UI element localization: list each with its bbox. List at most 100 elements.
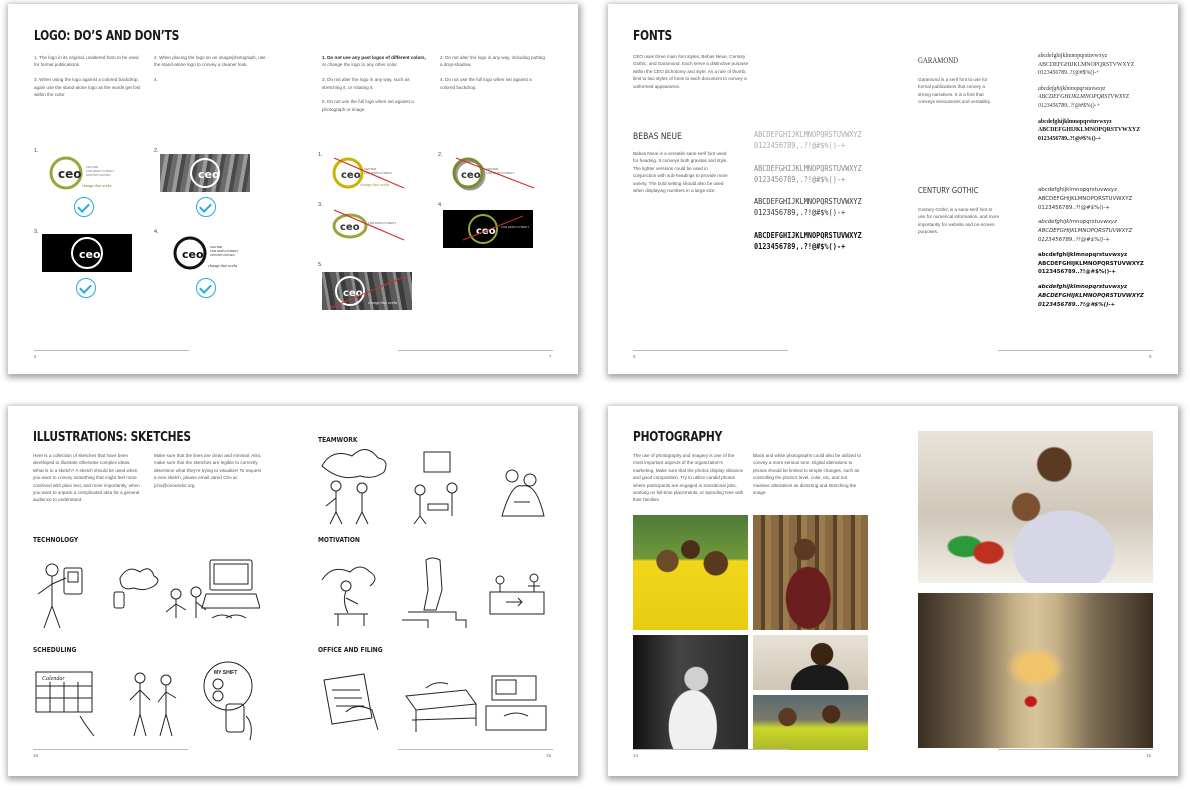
example-label: 4. bbox=[438, 202, 443, 208]
svg-text:OPPORTUNITIES: OPPORTUNITIES bbox=[210, 253, 234, 257]
footer-rule bbox=[633, 350, 788, 351]
font-title-garamond: GARAMOND bbox=[918, 56, 959, 65]
garamond-samples: abcdefghijklmnopqrstuvwxyz ABCDEFGHIJKLMN… bbox=[1038, 53, 1141, 142]
fonts-intro: CEO uses three main font styles, Bebas N… bbox=[633, 54, 749, 89]
svg-text:change that works: change that works bbox=[208, 263, 238, 268]
page-number: 9 bbox=[1149, 354, 1152, 359]
century-samples: abcdefghijklmnopqrstuvwxyz ABCDEFGHIJKLMN… bbox=[1038, 187, 1144, 308]
font-title-bebas: BEBAS NEUE bbox=[633, 132, 682, 142]
svg-text:ceo: ceo bbox=[343, 288, 363, 299]
spread-logo: LOGO: DO’S AND DON’TS 1. The logo in its… bbox=[8, 4, 578, 374]
section-motivation: MOTIVATION bbox=[318, 536, 360, 544]
footer-rule bbox=[998, 749, 1153, 750]
photo-hallway-worker bbox=[918, 593, 1153, 748]
approved-check-icon bbox=[74, 197, 94, 217]
photo-woman-office bbox=[753, 635, 868, 690]
photo-father-child bbox=[918, 431, 1153, 583]
footer-rule bbox=[34, 350, 189, 351]
footer-rule bbox=[33, 749, 188, 750]
bebas-description: Bebas Neue is a versatile sans-serif fon… bbox=[633, 151, 728, 194]
teamwork-sketches bbox=[321, 449, 545, 525]
full-logo-on-black: ceo FOR EMPLOYMENT bbox=[443, 210, 533, 248]
photo-man-warehouse bbox=[753, 515, 868, 630]
section-technology: TECHNOLOGY bbox=[33, 536, 79, 544]
approved-check-icon bbox=[196, 278, 216, 298]
footer-rule bbox=[398, 749, 553, 750]
footer-rule bbox=[398, 350, 553, 351]
svg-text:ceo: ceo bbox=[340, 222, 360, 233]
ceo-logo-wrong-color: ceo CENTER FOR EMPLOYMENT change that wo… bbox=[332, 157, 405, 189]
body-text: 2. When placing the logo on an image/pho… bbox=[154, 55, 266, 83]
ceo-logo-original: ceo CENTER FOR EMPLOYMENT OPPORTUNITIES … bbox=[49, 156, 114, 190]
technology-sketches bbox=[37, 559, 260, 629]
spread-sketches: ILLUSTRATIONS: SKETCHES Here is a collec… bbox=[8, 406, 578, 776]
bebas-sample-book: ABCDEFGHIJKLMNOPQRSTUVWXYZ 0123456789,.?!… bbox=[754, 164, 862, 184]
body-text: 1. Do not use any past logos of differen… bbox=[322, 54, 430, 113]
ceo-logo-stretched: ceo FOR EMPLOYMENT bbox=[332, 209, 405, 241]
example-label: 1. bbox=[34, 148, 39, 154]
body-text: The use of photography and imagery is on… bbox=[633, 453, 744, 503]
page-number: 15 bbox=[1146, 753, 1152, 758]
body-text: 2. Do not alter the logo in any way, inc… bbox=[440, 55, 545, 90]
svg-text:ceo: ceo bbox=[79, 248, 101, 261]
body-text: Make sure that the lines are clean and m… bbox=[154, 453, 262, 488]
section-office-filing: OFFICE AND FILING bbox=[318, 646, 383, 654]
page-number: 6 bbox=[34, 354, 37, 359]
bebas-sample-regular: ABCDEFGHIJKLMNOPQRSTUVWXYZ 0123456789,.?!… bbox=[754, 197, 862, 217]
page-number: 8 bbox=[633, 354, 636, 359]
scheduling-sketches: Calendar MY SHIFT bbox=[35, 661, 253, 741]
svg-text:ceo: ceo bbox=[461, 170, 481, 181]
page-number: 14 bbox=[633, 753, 639, 758]
svg-text:FOR EMPLOYMENT: FOR EMPLOYMENT bbox=[501, 225, 529, 229]
body-text: Black and white photographs could also b… bbox=[753, 453, 862, 496]
page-number: 18 bbox=[33, 753, 39, 758]
svg-text:Calendar: Calendar bbox=[42, 676, 65, 682]
page-number: 7 bbox=[549, 354, 552, 359]
photo-man-bw bbox=[633, 635, 748, 750]
svg-text:ceo: ceo bbox=[182, 248, 204, 261]
ceo-logo-black: ceo CENTER FOR EMPLOYMENT OPPORTUNITIES … bbox=[173, 236, 238, 270]
svg-text:change that works: change that works bbox=[360, 182, 390, 187]
example-label: 2. bbox=[438, 152, 443, 158]
bold-rule: 1. Do not use any past logos of differen… bbox=[322, 55, 426, 60]
logo-on-photo: ceo bbox=[160, 154, 250, 192]
example-label: 3. bbox=[318, 202, 323, 208]
bebas-sample-light: ABCDEFGHIJKLMNOPQRSTUVWXYZ 0123456789,.?!… bbox=[754, 130, 862, 150]
page-title: PHOTOGRAPHY bbox=[633, 430, 723, 445]
photo-children-yellow-shirts bbox=[633, 515, 748, 630]
svg-text:FOR EMPLOYMENT: FOR EMPLOYMENT bbox=[368, 221, 396, 225]
footer-rule bbox=[633, 749, 788, 750]
page-title: LOGO: DO’S AND DON’TS bbox=[34, 29, 180, 44]
century-description: Century Gothic is a sans-serif font to u… bbox=[918, 207, 1000, 235]
svg-text:change that works: change that works bbox=[368, 300, 398, 305]
full-logo-on-photo: ceo change that works bbox=[322, 272, 412, 310]
bebas-sample-bold: ABCDEFGHIJKLMNOPQRSTUVWXYZ 0123456789,.?!… bbox=[754, 231, 862, 251]
body-text: Here is a collection of sketches that ha… bbox=[33, 453, 140, 503]
office-filing-sketches bbox=[323, 673, 547, 732]
svg-text:change that works: change that works bbox=[82, 183, 112, 188]
spread-photography: PHOTOGRAPHY The use of photography and i… bbox=[608, 406, 1178, 776]
photo-workers-vests bbox=[753, 695, 868, 750]
page-number: 19 bbox=[546, 753, 552, 758]
page-title: FONTS bbox=[633, 29, 672, 44]
footer-rule bbox=[998, 350, 1153, 351]
section-scheduling: SCHEDULING bbox=[33, 646, 77, 654]
section-teamwork: TEAMWORK bbox=[318, 436, 358, 444]
approved-check-icon bbox=[196, 197, 216, 217]
body-text: 1. The logo in its original, unaltered f… bbox=[34, 55, 141, 98]
example-label: 1. bbox=[318, 152, 323, 158]
motivation-sketches bbox=[321, 557, 545, 628]
page-title: ILLUSTRATIONS: SKETCHES bbox=[33, 430, 191, 445]
example-label: 2. bbox=[154, 148, 159, 154]
example-label: 5. bbox=[318, 262, 323, 268]
ceo-logo-drop-shadow: ceo CENTER FOR EMPLOYMENT bbox=[452, 157, 535, 191]
logo-word: ceo bbox=[58, 167, 82, 181]
font-title-century: CENTURY GOTHIC bbox=[918, 186, 979, 195]
spread-fonts: FONTS CEO uses three main font styles, B… bbox=[608, 4, 1178, 374]
svg-text:MY SHIFT: MY SHIFT bbox=[214, 670, 237, 676]
logo-on-black: ceo bbox=[42, 234, 132, 272]
svg-text:OPPORTUNITIES: OPPORTUNITIES bbox=[86, 173, 110, 177]
example-label: 3. bbox=[34, 229, 39, 235]
example-label: 4. bbox=[154, 229, 159, 235]
garamond-description: Garamond is a serif font to use for form… bbox=[918, 77, 991, 105]
